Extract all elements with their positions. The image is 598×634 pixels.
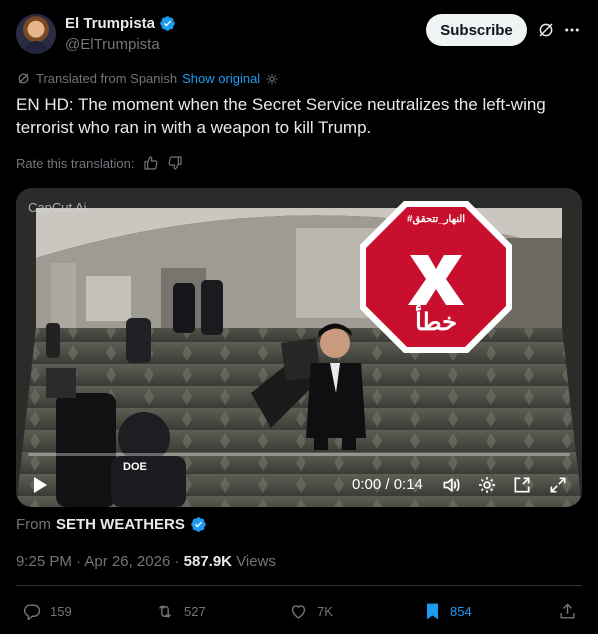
translation-notice: Translated from Spanish Show original [16, 71, 279, 86]
reply-count: 159 [50, 604, 72, 619]
video-attribution: From SETH WEATHERS [16, 516, 207, 533]
author-name[interactable]: El Trumpista [65, 15, 176, 32]
rate-translation: Rate this translation: [16, 155, 183, 171]
post-time[interactable]: 9:25 PM [16, 553, 72, 570]
from-account-name[interactable]: SETH WEATHERS [56, 516, 185, 533]
heart-icon [291, 605, 306, 619]
repost-icon [158, 605, 172, 618]
subscribe-button[interactable]: Subscribe [426, 14, 527, 46]
bookmark-button[interactable]: 854 [424, 602, 472, 621]
views-label: Views [236, 553, 276, 570]
translated-label: Translated from Spanish [36, 71, 178, 86]
fullscreen-icon[interactable] [548, 475, 568, 495]
grok-icon[interactable] [536, 20, 556, 40]
reply-icon [23, 604, 41, 621]
like-button[interactable]: 7K [289, 602, 333, 621]
agent-patch-text: DOE [123, 461, 147, 473]
post-date[interactable]: Apr 26, 2026 [84, 553, 170, 570]
settings-gear-icon[interactable] [265, 72, 279, 86]
play-icon[interactable] [32, 476, 48, 494]
fact-check-stop-sign: #النهار_تتحقق خطأ [358, 199, 514, 355]
reply-button[interactable]: 159 [22, 602, 72, 621]
settings-icon[interactable] [477, 475, 497, 495]
capcut-watermark: CapCut Ai [28, 200, 87, 215]
thumbs-up-icon[interactable] [143, 155, 159, 171]
video-time: 0:00 / 0:14 [352, 476, 423, 493]
repost-button[interactable]: 527 [155, 602, 206, 621]
share-button[interactable] [558, 602, 577, 621]
meta-separator: · [174, 553, 180, 570]
progress-bar[interactable] [28, 453, 570, 456]
divider [16, 585, 582, 586]
thumbs-down-icon[interactable] [167, 155, 183, 171]
bookmark-icon [426, 603, 439, 620]
volume-icon[interactable] [441, 475, 461, 495]
show-original-link[interactable]: Show original [182, 71, 260, 86]
rate-label: Rate this translation: [16, 155, 135, 171]
share-icon [560, 603, 575, 619]
post-text: EN HD: The moment when the Secret Servic… [16, 95, 546, 137]
more-icon[interactable] [562, 20, 582, 40]
fact-check-tag: #النهار_تتحقق [406, 214, 466, 225]
grok-translate-icon [18, 73, 29, 84]
author-handle[interactable]: @ElTrumpista [65, 36, 160, 53]
avatar[interactable] [16, 14, 56, 54]
views-count: 587.9K [183, 553, 233, 570]
author-name-text[interactable]: El Trumpista [65, 15, 155, 32]
like-count: 7K [317, 604, 333, 619]
repost-count: 527 [184, 604, 206, 619]
picture-in-picture-icon[interactable] [512, 475, 532, 495]
video-player[interactable]: CapCut Ai DOE #النهار_تتحقق خطأ 0:00 / 0… [16, 188, 582, 507]
meta-separator: · [76, 553, 82, 570]
bookmark-count: 854 [450, 604, 472, 619]
from-label: From [16, 516, 51, 533]
verified-badge-icon [191, 517, 206, 532]
fact-check-verdict: خطأ [415, 309, 457, 336]
post-meta: 9:25 PM · Apr 26, 2026 · 587.9K Views [16, 553, 276, 570]
verified-badge-icon [160, 16, 175, 31]
